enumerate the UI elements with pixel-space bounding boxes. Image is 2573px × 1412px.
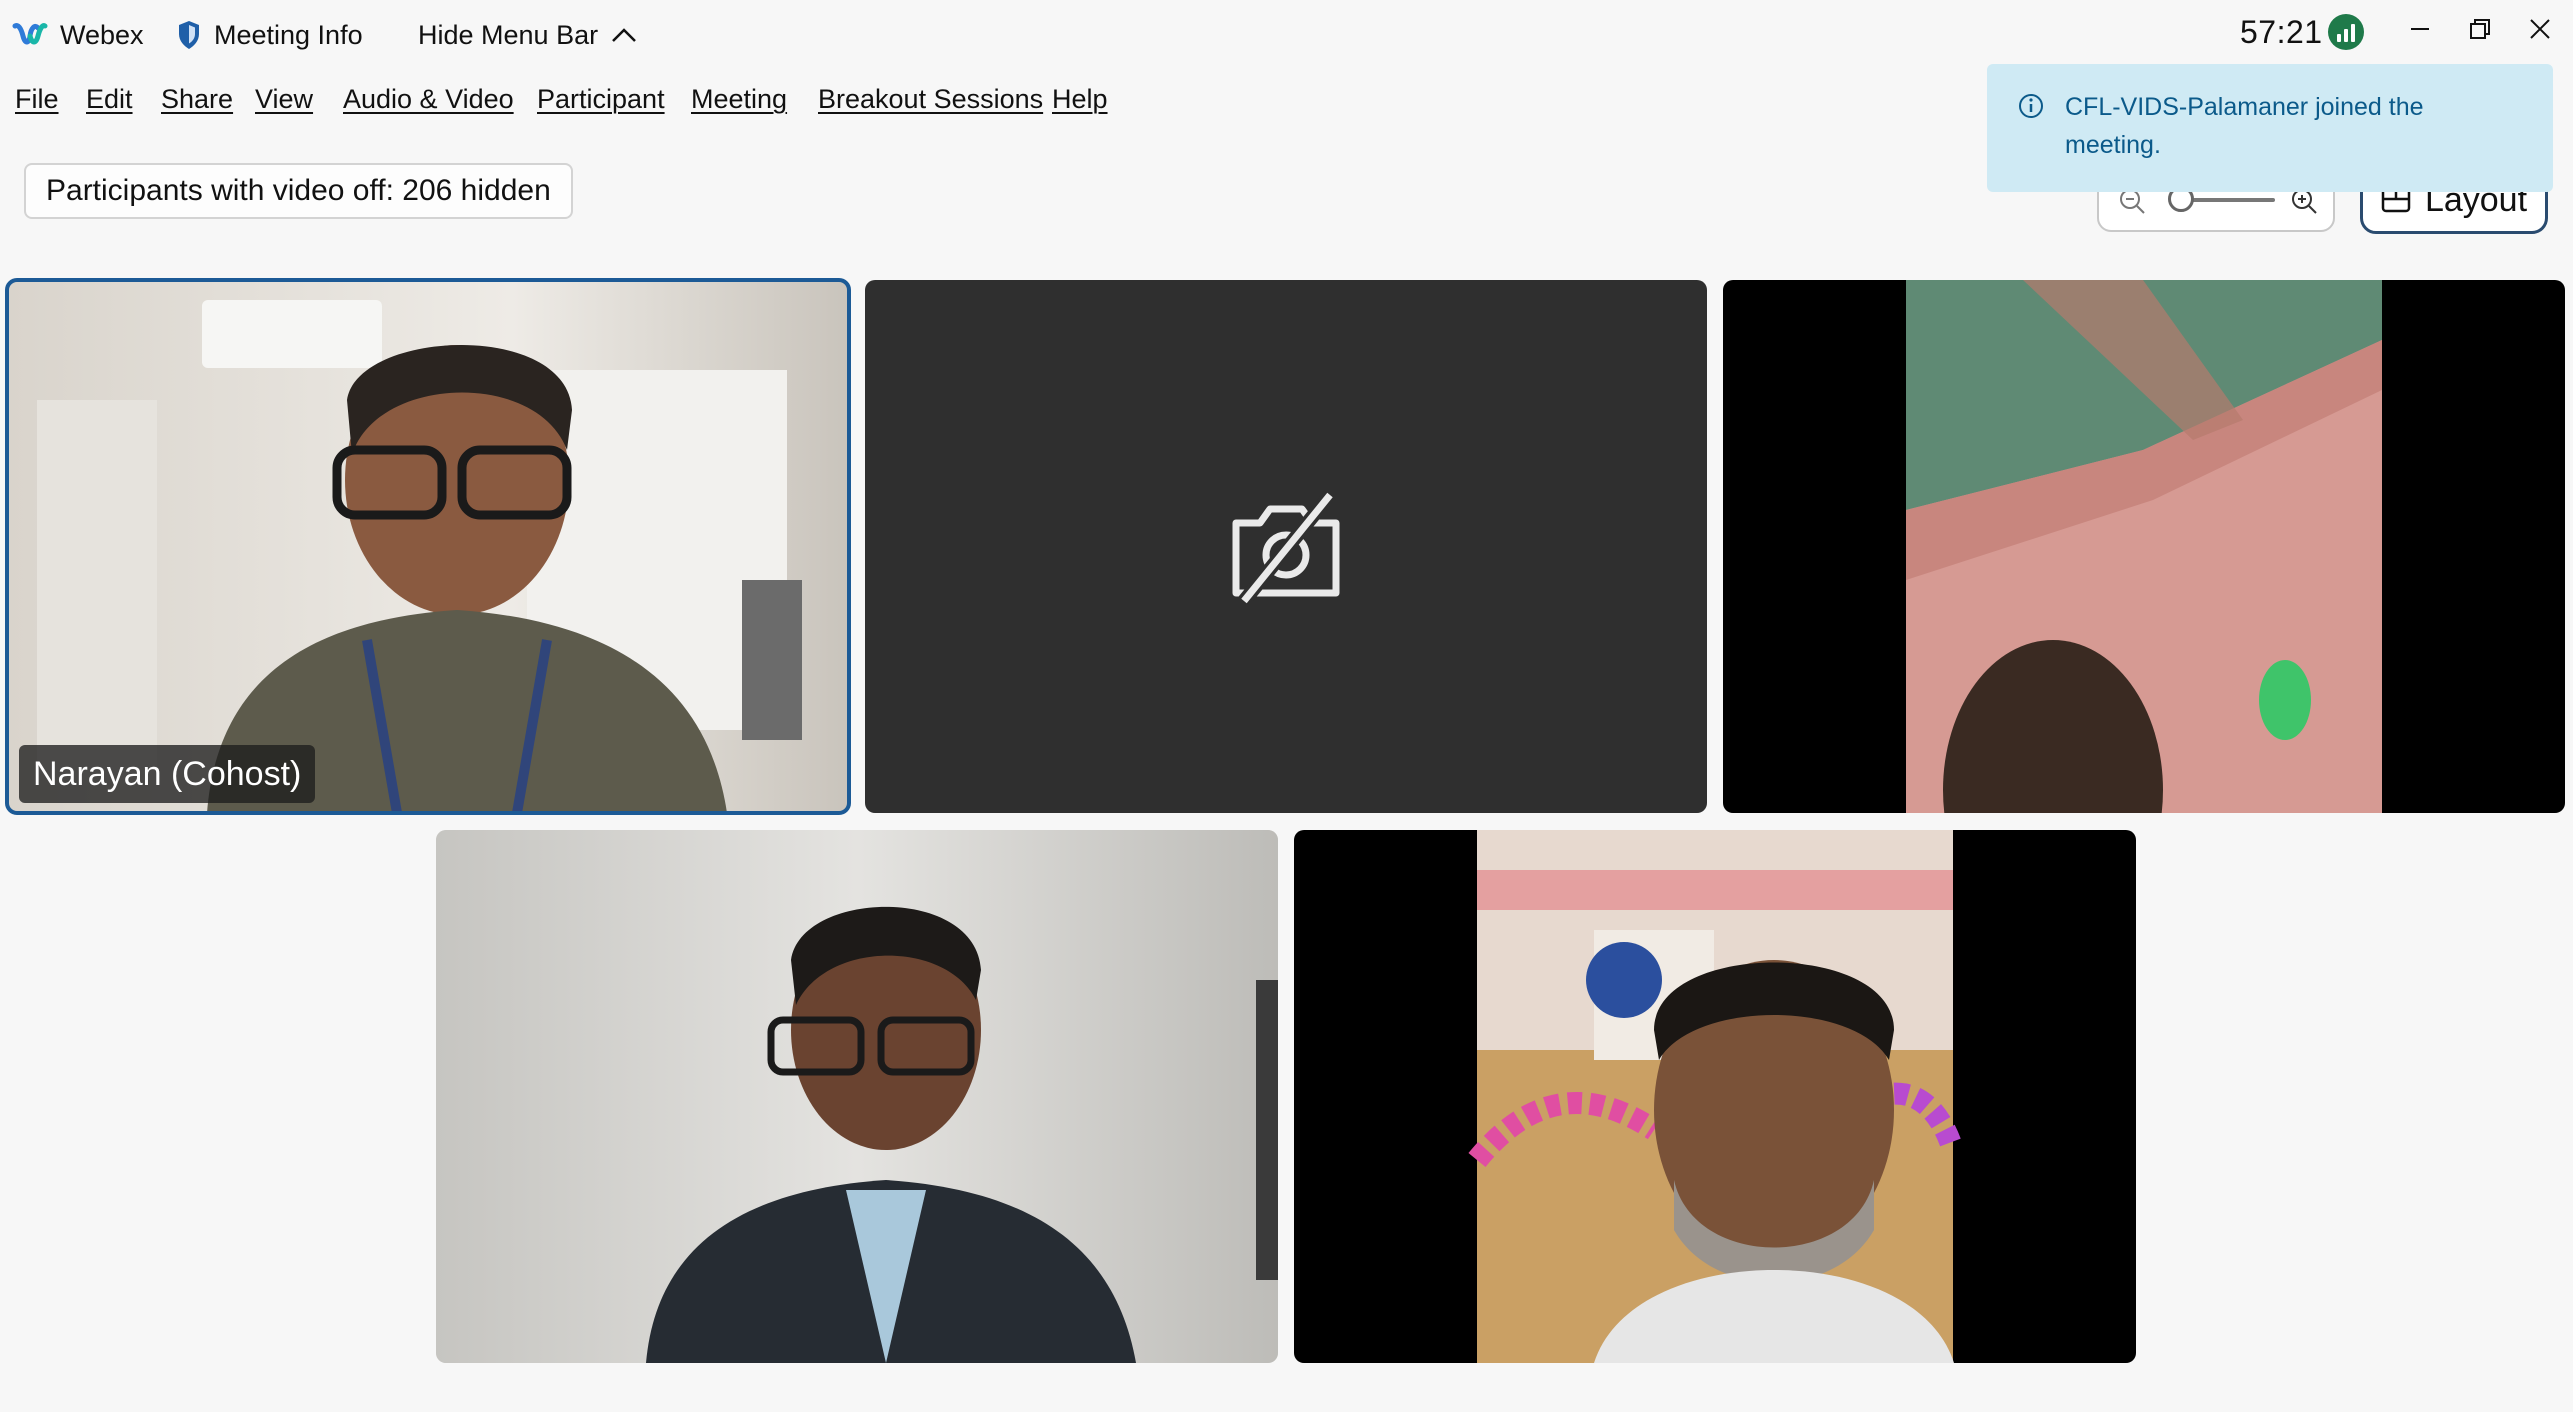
chevron-up-icon xyxy=(612,28,636,42)
video-tile-camera-off[interactable] xyxy=(865,280,1707,813)
info-icon xyxy=(2019,94,2043,118)
menu-view[interactable]: View xyxy=(255,84,313,115)
network-health-icon[interactable] xyxy=(2328,14,2364,50)
minimize-button[interactable] xyxy=(2395,8,2445,50)
restore-button[interactable] xyxy=(2455,8,2505,50)
video-tile-narayan[interactable]: Narayan (Cohost) xyxy=(5,278,851,815)
menu-participant[interactable]: Participant xyxy=(537,84,665,115)
meeting-timer: 57:21 xyxy=(2240,14,2323,50)
meeting-info-label: Meeting Info xyxy=(214,19,363,50)
close-icon xyxy=(2530,19,2550,39)
menu-breakout-sessions[interactable]: Breakout Sessions xyxy=(818,84,1043,115)
participant-video xyxy=(436,830,1278,1363)
join-notification: CFL-VIDS-Palamaner joined the meeting. xyxy=(1987,64,2553,192)
menu-meeting[interactable]: Meeting xyxy=(691,84,787,115)
meeting-info-button[interactable]: Meeting Info xyxy=(176,12,363,58)
hide-menu-bar-label: Hide Menu Bar xyxy=(418,19,599,50)
webex-logo-icon xyxy=(12,23,48,45)
minimize-icon xyxy=(2411,28,2429,30)
app-name: Webex xyxy=(60,19,144,50)
menu-bar: File Edit Share View Audio & Video Parti… xyxy=(0,76,1200,126)
hidden-participants-button[interactable]: Participants with video off: 206 hidden xyxy=(24,163,573,219)
menu-edit[interactable]: Edit xyxy=(86,84,133,115)
shield-icon xyxy=(179,21,199,49)
camera-off-icon xyxy=(1232,490,1340,605)
notification-text: CFL-VIDS-Palamaner joined the meeting. xyxy=(2065,93,2424,159)
hide-menu-bar-button[interactable]: Hide Menu Bar xyxy=(418,12,638,58)
restore-icon xyxy=(2470,19,2490,39)
participant-video xyxy=(1906,280,2382,813)
app-menu[interactable]: Webex xyxy=(12,12,144,58)
video-tile-participant-5[interactable] xyxy=(1294,830,2136,1363)
close-button[interactable] xyxy=(2515,8,2565,50)
title-bar: Webex Meeting Info Hide Menu Bar 57:21 xyxy=(0,0,2573,68)
video-tile-participant-4[interactable] xyxy=(436,830,1278,1363)
participant-name-label: Narayan (Cohost) xyxy=(19,745,316,803)
participant-video xyxy=(1468,830,1964,1363)
menu-share[interactable]: Share xyxy=(161,84,233,115)
video-tile-participant-3[interactable] xyxy=(1723,280,2565,813)
menu-audio-video[interactable]: Audio & Video xyxy=(343,84,514,115)
participant-video xyxy=(7,280,849,813)
menu-help[interactable]: Help xyxy=(1052,84,1108,115)
webex-meeting-window: Webex Meeting Info Hide Menu Bar 57:21 F… xyxy=(0,0,2573,1412)
menu-file[interactable]: File xyxy=(15,84,59,115)
